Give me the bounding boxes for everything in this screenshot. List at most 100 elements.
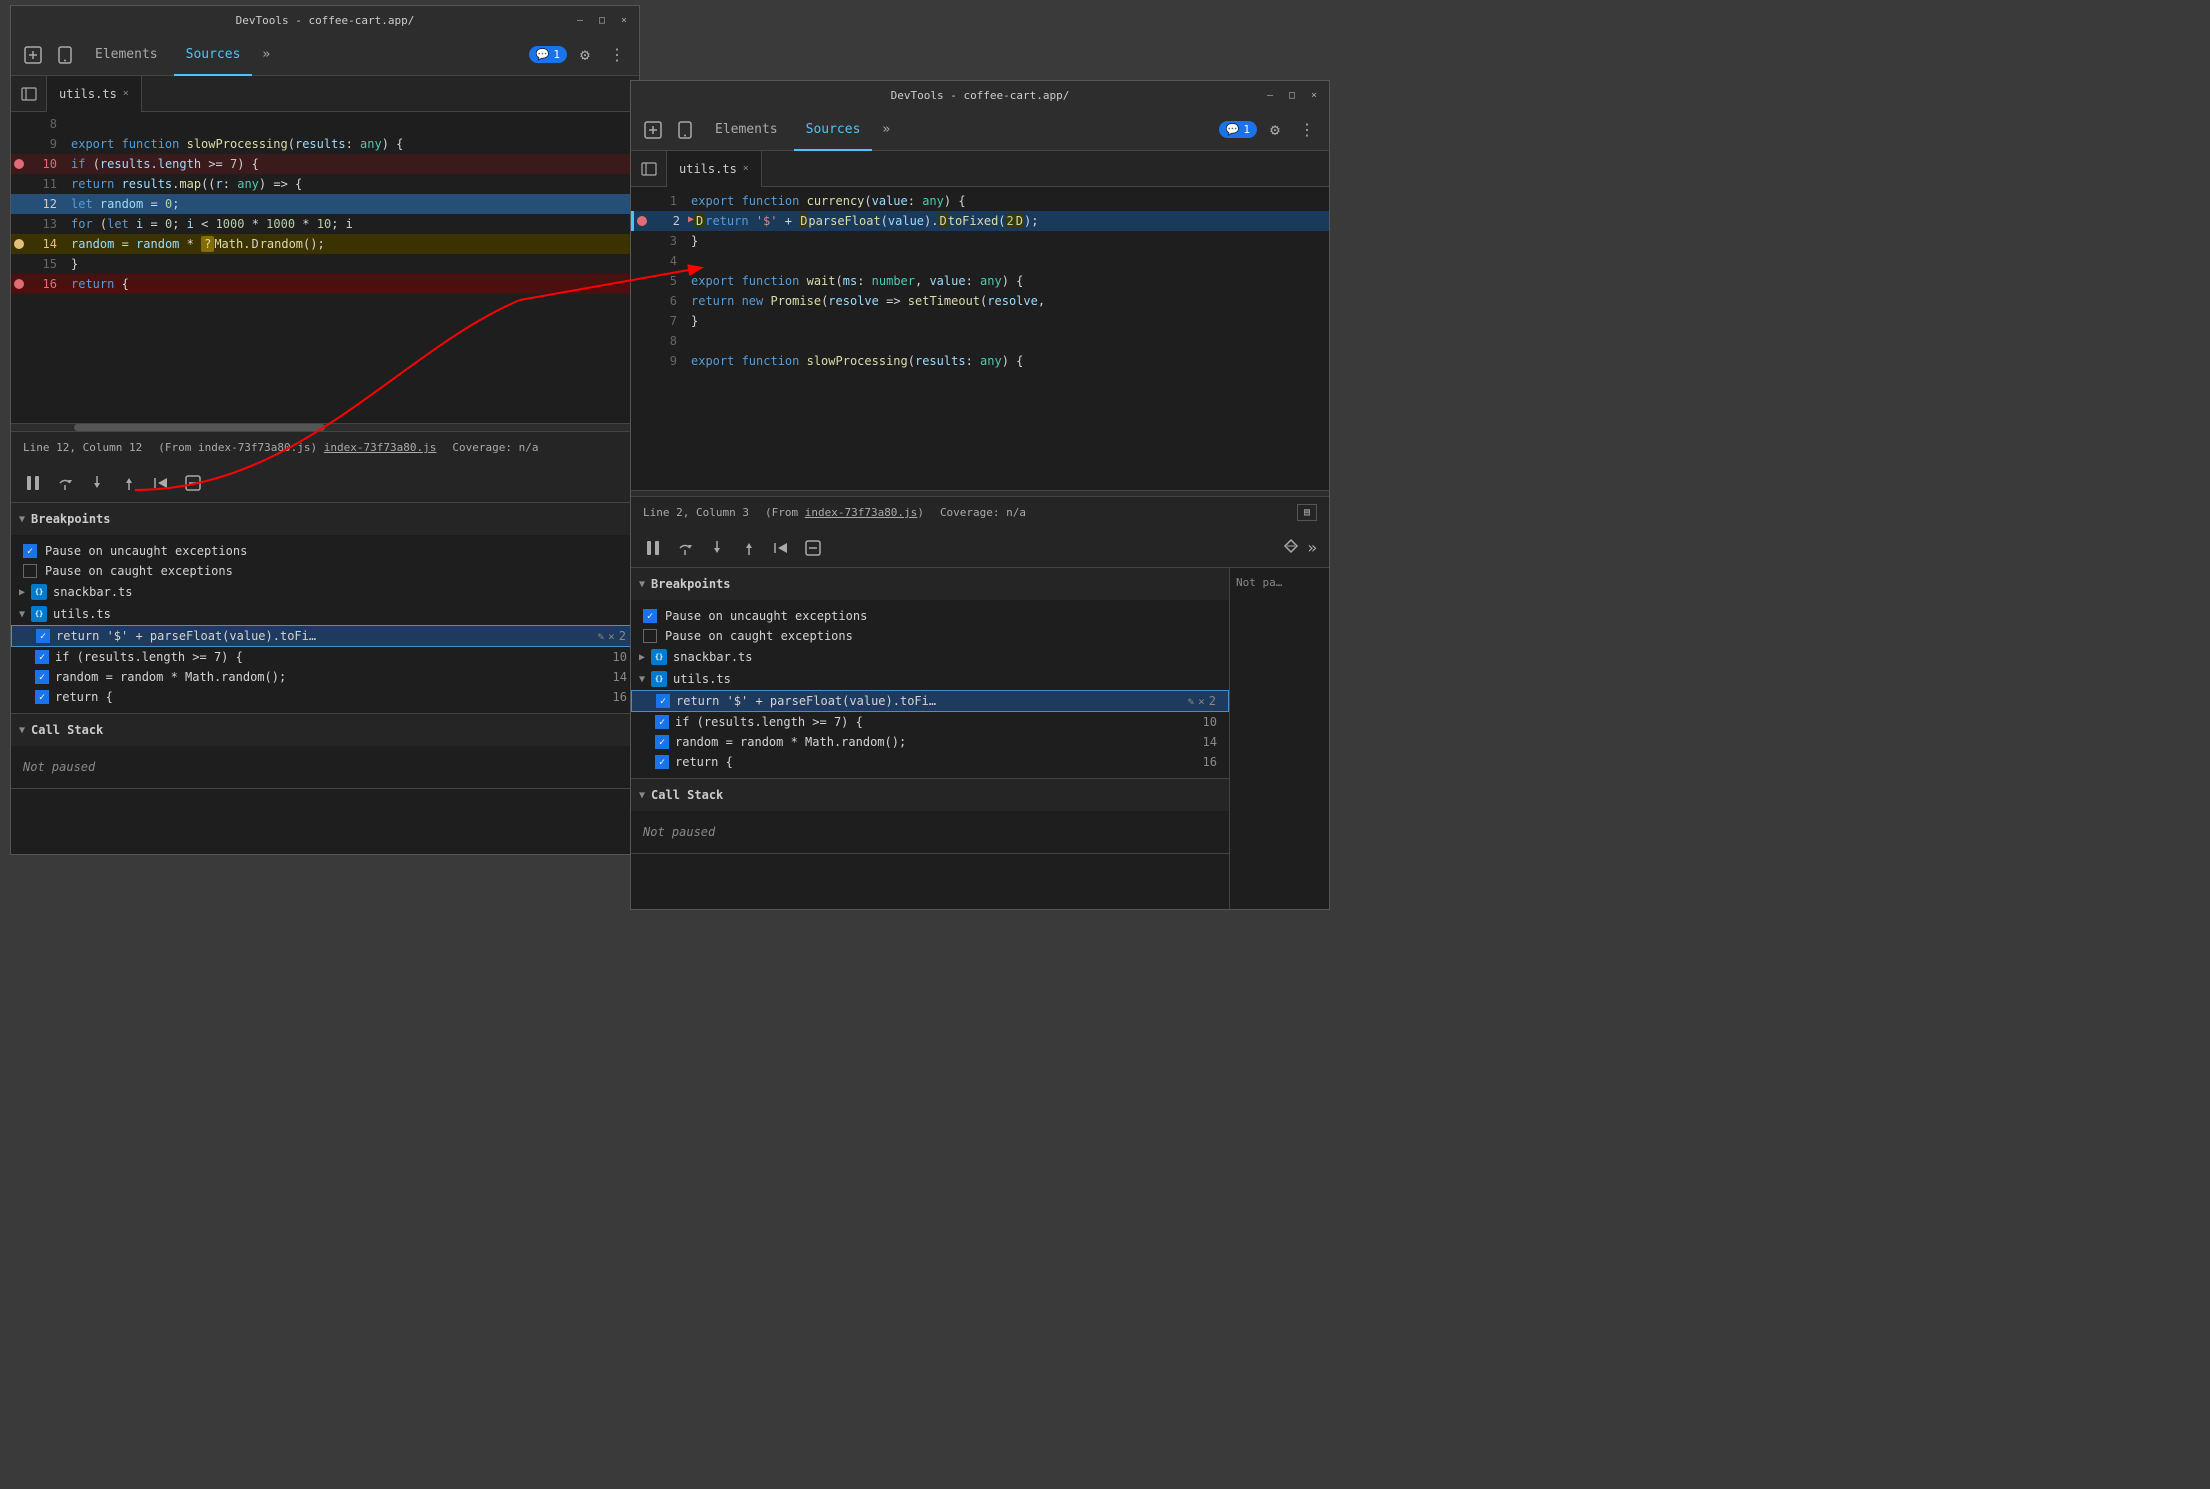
expand-btn-2[interactable]	[1283, 538, 1299, 557]
pause-uncaught-row-1[interactable]: Pause on uncaught exceptions	[11, 541, 639, 561]
pause-caught-row-1[interactable]: Pause on caught exceptions	[11, 561, 639, 581]
bp-checkbox-4-2[interactable]	[655, 755, 669, 769]
tab-elements-1[interactable]: Elements	[83, 34, 170, 76]
tree-utils-1[interactable]: ▼ {} utils.ts	[11, 603, 639, 625]
h-scrollbar-1[interactable]	[11, 423, 639, 431]
chat-badge-2[interactable]: 💬 1	[1219, 121, 1257, 138]
file-tab-utils-2[interactable]: utils.ts ×	[667, 151, 762, 187]
bp-item-selected-2[interactable]: return '$' + parseFloat(value).toFi… ✎ ×…	[631, 690, 1229, 712]
code-line-2-2: 2 ▶ Dreturn '$' + DparseFloat(value).Dto…	[631, 211, 1329, 231]
pause-caught-checkbox-2[interactable]	[643, 629, 657, 643]
call-stack-header-2[interactable]: ▼ Call Stack	[631, 779, 1229, 811]
continue-btn-1[interactable]	[147, 469, 175, 497]
continue-btn-2[interactable]	[767, 534, 795, 562]
pause-uncaught-row-2[interactable]: Pause on uncaught exceptions	[631, 606, 1229, 626]
bp-item-3-1[interactable]: random = random * Math.random(); 14	[11, 667, 639, 687]
tab-more-1[interactable]: »	[256, 47, 276, 62]
inspect-icon-2[interactable]	[639, 116, 667, 144]
bp-item-selected-1[interactable]: return '$' + parseFloat(value).toFi… ✎ ×…	[11, 625, 639, 647]
close-btn-2[interactable]: ×	[1307, 88, 1321, 102]
bp-item-4-1[interactable]: return { 16	[11, 687, 639, 707]
utils-chevron-1: ▼	[19, 609, 25, 620]
sidebar-panel-2[interactable]: ▼ Breakpoints Pause on uncaught exceptio…	[631, 568, 1229, 909]
coverage-icon-2[interactable]: ▤	[1297, 504, 1317, 521]
step-over-btn-2[interactable]	[671, 534, 699, 562]
sidebar-toggle-2[interactable]	[631, 151, 667, 187]
tree-snackbar-2[interactable]: ▶ {} snackbar.ts	[631, 646, 1229, 668]
settings-btn-1[interactable]: ⚙	[571, 41, 599, 69]
bp-checkbox-3-1[interactable]	[35, 670, 49, 684]
tree-utils-2[interactable]: ▼ {} utils.ts	[631, 668, 1229, 690]
maximize-btn-1[interactable]: □	[595, 13, 609, 27]
inspect-icon[interactable]	[19, 41, 47, 69]
bp-edit-1[interactable]: ✎	[598, 630, 605, 643]
minimize-btn-2[interactable]: —	[1263, 88, 1277, 102]
deactivate-btn-1[interactable]	[179, 469, 207, 497]
more-debug-btn-2[interactable]: »	[1303, 538, 1321, 557]
bp-checkbox-2-1[interactable]	[35, 650, 49, 664]
sidebar-panel-1[interactable]: ▼ Breakpoints Pause on uncaught exceptio…	[11, 503, 639, 854]
bp-checkbox-4-1[interactable]	[35, 690, 49, 704]
bp-item-2-2[interactable]: if (results.length >= 7) { 10	[631, 712, 1229, 732]
bp-checkbox-2-s[interactable]	[656, 694, 670, 708]
file-tab-close-1[interactable]: ×	[123, 88, 129, 99]
pause-caught-checkbox-1[interactable]	[23, 564, 37, 578]
line-content-2-2: Dreturn '$' + DparseFloat(value).DtoFixe…	[690, 214, 1329, 228]
line-content-2-7: }	[687, 314, 1329, 328]
code-line-2-5: 5 export function wait(ms: number, value…	[631, 271, 1329, 291]
bp-dot-16	[11, 279, 27, 289]
from-file-2[interactable]: index-73f73a80.js	[805, 506, 918, 519]
breakpoints-header-2[interactable]: ▼ Breakpoints	[631, 568, 1229, 600]
breakpoints-label-1: Breakpoints	[31, 512, 110, 526]
pause-uncaught-checkbox-2[interactable]	[643, 609, 657, 623]
step-into-btn-2[interactable]	[703, 534, 731, 562]
more-btn-2[interactable]: ⋮	[1293, 116, 1321, 144]
breakpoints-header-1[interactable]: ▼ Breakpoints	[11, 503, 639, 535]
settings-btn-2[interactable]: ⚙	[1261, 116, 1289, 144]
tab-sources-1[interactable]: Sources	[174, 34, 253, 76]
from-file-1[interactable]: index-73f73a80.js	[324, 441, 437, 454]
deactivate-btn-2[interactable]	[799, 534, 827, 562]
bp-delete-2[interactable]: ×	[1198, 695, 1205, 708]
file-tab-name-2: utils.ts	[679, 162, 737, 176]
bp-delete-1[interactable]: ×	[608, 630, 615, 643]
tree-snackbar-1[interactable]: ▶ {} snackbar.ts	[11, 581, 639, 603]
bp-item-4-2[interactable]: return { 16	[631, 752, 1229, 772]
bp-checkbox-1[interactable]	[36, 629, 50, 643]
line-content-10: if (results.length >= 7) {	[67, 157, 639, 171]
tab-elements-2[interactable]: Elements	[703, 109, 790, 151]
debugger-toolbar-1	[11, 463, 639, 503]
step-over-btn-1[interactable]	[51, 469, 79, 497]
step-out-btn-2[interactable]	[735, 534, 763, 562]
pause-uncaught-checkbox-1[interactable]	[23, 544, 37, 558]
more-btn-1[interactable]: ⋮	[603, 41, 631, 69]
sidebar-toggle-1[interactable]	[11, 76, 47, 112]
device-icon[interactable]	[51, 41, 79, 69]
close-btn-1[interactable]: ×	[617, 13, 631, 27]
call-stack-content-2: Not paused	[631, 811, 1229, 853]
minimize-btn-1[interactable]: —	[573, 13, 587, 27]
pause-btn-1[interactable]	[19, 469, 47, 497]
line-num-2-4: 4	[647, 254, 687, 268]
pause-btn-2[interactable]	[639, 534, 667, 562]
not-paused-1: Not paused	[11, 752, 639, 782]
device-icon-2[interactable]	[671, 116, 699, 144]
tab-sources-2[interactable]: Sources	[794, 109, 873, 151]
line-num-14: 14	[27, 237, 67, 251]
bp-checkbox-3-2[interactable]	[655, 735, 669, 749]
file-tab-close-2[interactable]: ×	[743, 163, 749, 174]
bp-line-2-s: 2	[1209, 694, 1216, 708]
bp-checkbox-2-2[interactable]	[655, 715, 669, 729]
file-tab-utils-1[interactable]: utils.ts ×	[47, 76, 142, 112]
line-num-2-8: 8	[647, 334, 687, 348]
bp-item-2-1[interactable]: if (results.length >= 7) { 10	[11, 647, 639, 667]
pause-caught-row-2[interactable]: Pause on caught exceptions	[631, 626, 1229, 646]
chat-badge-1[interactable]: 💬 1	[529, 46, 567, 63]
tab-more-2[interactable]: »	[876, 122, 896, 137]
bp-edit-2[interactable]: ✎	[1188, 695, 1195, 708]
bp-item-3-2[interactable]: random = random * Math.random(); 14	[631, 732, 1229, 752]
call-stack-header-1[interactable]: ▼ Call Stack	[11, 714, 639, 746]
step-into-btn-1[interactable]	[83, 469, 111, 497]
maximize-btn-2[interactable]: □	[1285, 88, 1299, 102]
step-out-btn-1[interactable]	[115, 469, 143, 497]
